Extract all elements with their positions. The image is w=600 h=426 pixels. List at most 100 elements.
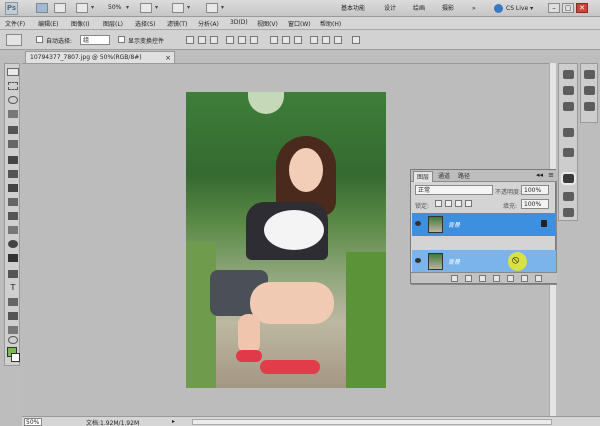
close-document-icon[interactable]: × xyxy=(165,52,171,64)
menu-filter[interactable]: 滤镜(T) xyxy=(167,19,187,28)
align-hcenter-icon[interactable] xyxy=(238,36,246,44)
new-group-icon[interactable] xyxy=(507,275,514,282)
blend-mode-select[interactable]: 正常 xyxy=(415,185,493,195)
layer-row[interactable]: 背景 xyxy=(412,213,556,236)
history-panel-icon[interactable] xyxy=(563,70,574,79)
align-top-icon[interactable] xyxy=(186,36,194,44)
type-tool-icon[interactable]: T xyxy=(8,284,18,292)
chevron-down-icon[interactable]: ▾ xyxy=(187,4,190,11)
workspace-essentials[interactable]: 基本功能 xyxy=(337,3,369,14)
align-left-icon[interactable] xyxy=(226,36,234,44)
paragraph-panel-icon[interactable] xyxy=(584,102,595,111)
align-right-icon[interactable] xyxy=(250,36,258,44)
zoom-level-select[interactable]: 50% xyxy=(108,4,121,11)
workspace-design[interactable]: 设计 xyxy=(380,3,400,14)
hand-tool-icon[interactable] xyxy=(140,3,152,13)
maximize-button[interactable]: ▢ xyxy=(562,3,574,13)
distribute-bottom-icon[interactable] xyxy=(294,36,302,44)
adjustments-panel-icon[interactable] xyxy=(563,148,574,157)
opacity-input[interactable]: 100% xyxy=(521,185,549,195)
healing-brush-tool-icon[interactable] xyxy=(8,156,18,164)
pen-tool-icon[interactable] xyxy=(8,270,18,278)
panel-menu-icon[interactable]: ≡ xyxy=(548,171,554,179)
menu-image[interactable]: 图像(I) xyxy=(71,19,89,28)
color-panel-icon[interactable] xyxy=(563,128,574,137)
paths-panel-icon[interactable] xyxy=(563,208,574,217)
distribute-vcenter-icon[interactable] xyxy=(282,36,290,44)
hand-tool-icon[interactable] xyxy=(8,326,18,334)
menu-window[interactable]: 窗口(W) xyxy=(288,19,311,28)
crop-tool-icon[interactable] xyxy=(8,126,18,134)
zoom-tool-icon[interactable] xyxy=(8,336,18,344)
distribute-left-icon[interactable] xyxy=(310,36,318,44)
document-tab[interactable]: 10794377_7807.jpg @ 50%(RGB/8#) × xyxy=(25,51,175,63)
view-extras-icon[interactable] xyxy=(76,3,88,13)
menu-view[interactable]: 视图(V) xyxy=(257,19,278,28)
fill-input[interactable]: 100% xyxy=(521,199,549,209)
move-tool-preset-icon[interactable] xyxy=(6,34,22,46)
status-zoom-input[interactable]: 50% xyxy=(24,418,42,426)
menu-layer[interactable]: 图层(L) xyxy=(103,19,123,28)
link-layers-icon[interactable] xyxy=(451,275,458,282)
more-workspaces-button[interactable]: » xyxy=(468,3,480,14)
eyedropper-tool-icon[interactable] xyxy=(8,140,18,148)
eye-icon[interactable] xyxy=(415,258,421,263)
arrange-documents-icon[interactable] xyxy=(172,3,184,13)
chevron-down-icon[interactable]: ▾ xyxy=(126,4,129,11)
brush-panel-icon[interactable] xyxy=(563,102,574,111)
chevron-down-icon[interactable]: ▾ xyxy=(155,4,158,11)
brush-tool-icon[interactable] xyxy=(8,170,18,178)
horizontal-scrollbar[interactable] xyxy=(192,419,552,425)
workspace-photography[interactable]: 摄影 xyxy=(438,3,458,14)
show-transform-checkbox[interactable] xyxy=(118,36,125,43)
dodge-tool-icon[interactable] xyxy=(8,254,18,262)
auto-align-icon[interactable] xyxy=(352,36,360,44)
menu-analysis[interactable]: 分析(A) xyxy=(198,19,219,28)
quick-select-tool-icon[interactable] xyxy=(8,110,18,118)
path-select-tool-icon[interactable] xyxy=(8,298,18,306)
align-vcenter-icon[interactable] xyxy=(198,36,206,44)
distribute-hcenter-icon[interactable] xyxy=(322,36,330,44)
menu-file[interactable]: 文件(F) xyxy=(5,19,25,28)
marquee-tool-icon[interactable] xyxy=(8,82,18,90)
bridge-icon[interactable] xyxy=(36,3,48,13)
layers-panel-icon[interactable] xyxy=(561,172,576,185)
menu-help[interactable]: 帮助(H) xyxy=(320,19,341,28)
mini-bridge-icon[interactable] xyxy=(54,3,66,13)
history-brush-tool-icon[interactable] xyxy=(8,198,18,206)
menu-select[interactable]: 选择(S) xyxy=(135,19,156,28)
delete-layer-icon[interactable] xyxy=(535,275,542,282)
distribute-right-icon[interactable] xyxy=(334,36,342,44)
actions-panel-icon[interactable] xyxy=(563,86,574,95)
distribute-top-icon[interactable] xyxy=(270,36,278,44)
chevron-down-icon[interactable]: ▾ xyxy=(221,4,224,11)
lock-all-icon[interactable] xyxy=(465,200,472,207)
cs-live-button[interactable]: CS Live ▾ xyxy=(492,2,536,15)
character-panel-icon[interactable] xyxy=(584,86,595,95)
blur-tool-icon[interactable] xyxy=(8,240,18,248)
menu-edit[interactable]: 编辑(E) xyxy=(38,19,58,28)
move-tool-icon[interactable] xyxy=(7,68,19,76)
layer-style-icon[interactable] xyxy=(465,275,472,282)
auto-select-dropdown[interactable]: 组 xyxy=(80,35,110,45)
shape-tool-icon[interactable] xyxy=(8,312,18,320)
collapse-panel-icon[interactable]: ◂◂ xyxy=(536,171,543,179)
lock-position-icon[interactable] xyxy=(455,200,462,207)
layer-row-dragging[interactable]: 背景 xyxy=(412,250,556,273)
layer-mask-icon[interactable] xyxy=(479,275,486,282)
lock-transparent-icon[interactable] xyxy=(435,200,442,207)
tab-layers[interactable]: 图层 xyxy=(413,171,434,182)
lasso-tool-icon[interactable] xyxy=(8,96,18,104)
chevron-down-icon[interactable]: ▾ xyxy=(91,4,94,11)
menu-3d[interactable]: 3D(D) xyxy=(230,19,248,26)
clone-stamp-tool-icon[interactable] xyxy=(8,184,18,192)
new-layer-icon[interactable] xyxy=(521,275,528,282)
mini-bridge-panel-icon[interactable] xyxy=(584,70,595,79)
adjustment-layer-icon[interactable] xyxy=(493,275,500,282)
auto-select-checkbox[interactable] xyxy=(36,36,43,43)
workspace-painting[interactable]: 绘画 xyxy=(409,3,429,14)
background-color-swatch[interactable] xyxy=(11,353,20,362)
close-button[interactable]: ✕ xyxy=(576,3,588,13)
tab-channels[interactable]: 通道 xyxy=(435,171,453,182)
minimize-button[interactable]: – xyxy=(548,3,560,13)
